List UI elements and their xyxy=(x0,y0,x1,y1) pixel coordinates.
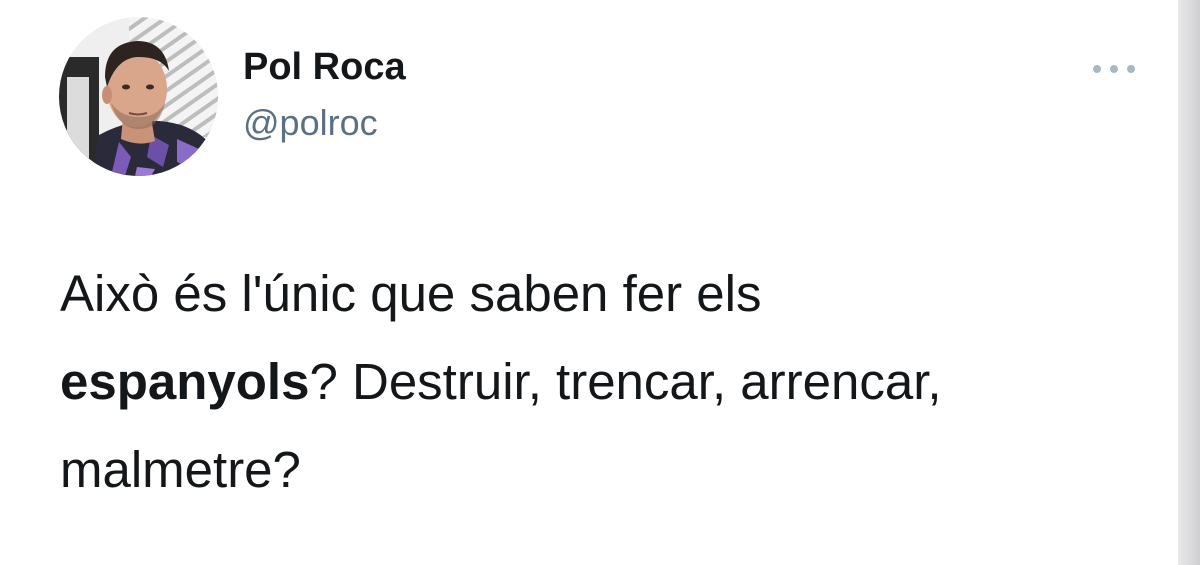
more-options-icon[interactable] xyxy=(1093,58,1135,80)
avatar[interactable] xyxy=(59,17,218,176)
hashtag-bold-word: espanyols xyxy=(60,353,310,410)
tweet-line-2-rest: ? Destruir, trencar, arrencar, xyxy=(309,353,942,410)
dot xyxy=(1110,65,1118,73)
avatar-photo xyxy=(59,17,218,176)
dot xyxy=(1127,65,1135,73)
username-handle[interactable]: @polroc xyxy=(243,102,406,144)
tweet-line-3: malmetre? xyxy=(60,441,301,498)
tweet-text: Això és l'únic que saben fer els espanyo… xyxy=(60,250,1170,514)
author-info: Pol Roca @polroc xyxy=(243,44,406,144)
display-name[interactable]: Pol Roca xyxy=(243,44,406,90)
screen-edge xyxy=(1178,0,1200,565)
tweet-card: Pol Roca @polroc Això és l'únic que sabe… xyxy=(0,0,1200,565)
tweet-line-2: espanyols? Destruir, trencar, arrencar, xyxy=(60,338,1170,426)
tweet-line-1: Això és l'únic que saben fer els xyxy=(60,265,762,322)
dot xyxy=(1093,65,1101,73)
